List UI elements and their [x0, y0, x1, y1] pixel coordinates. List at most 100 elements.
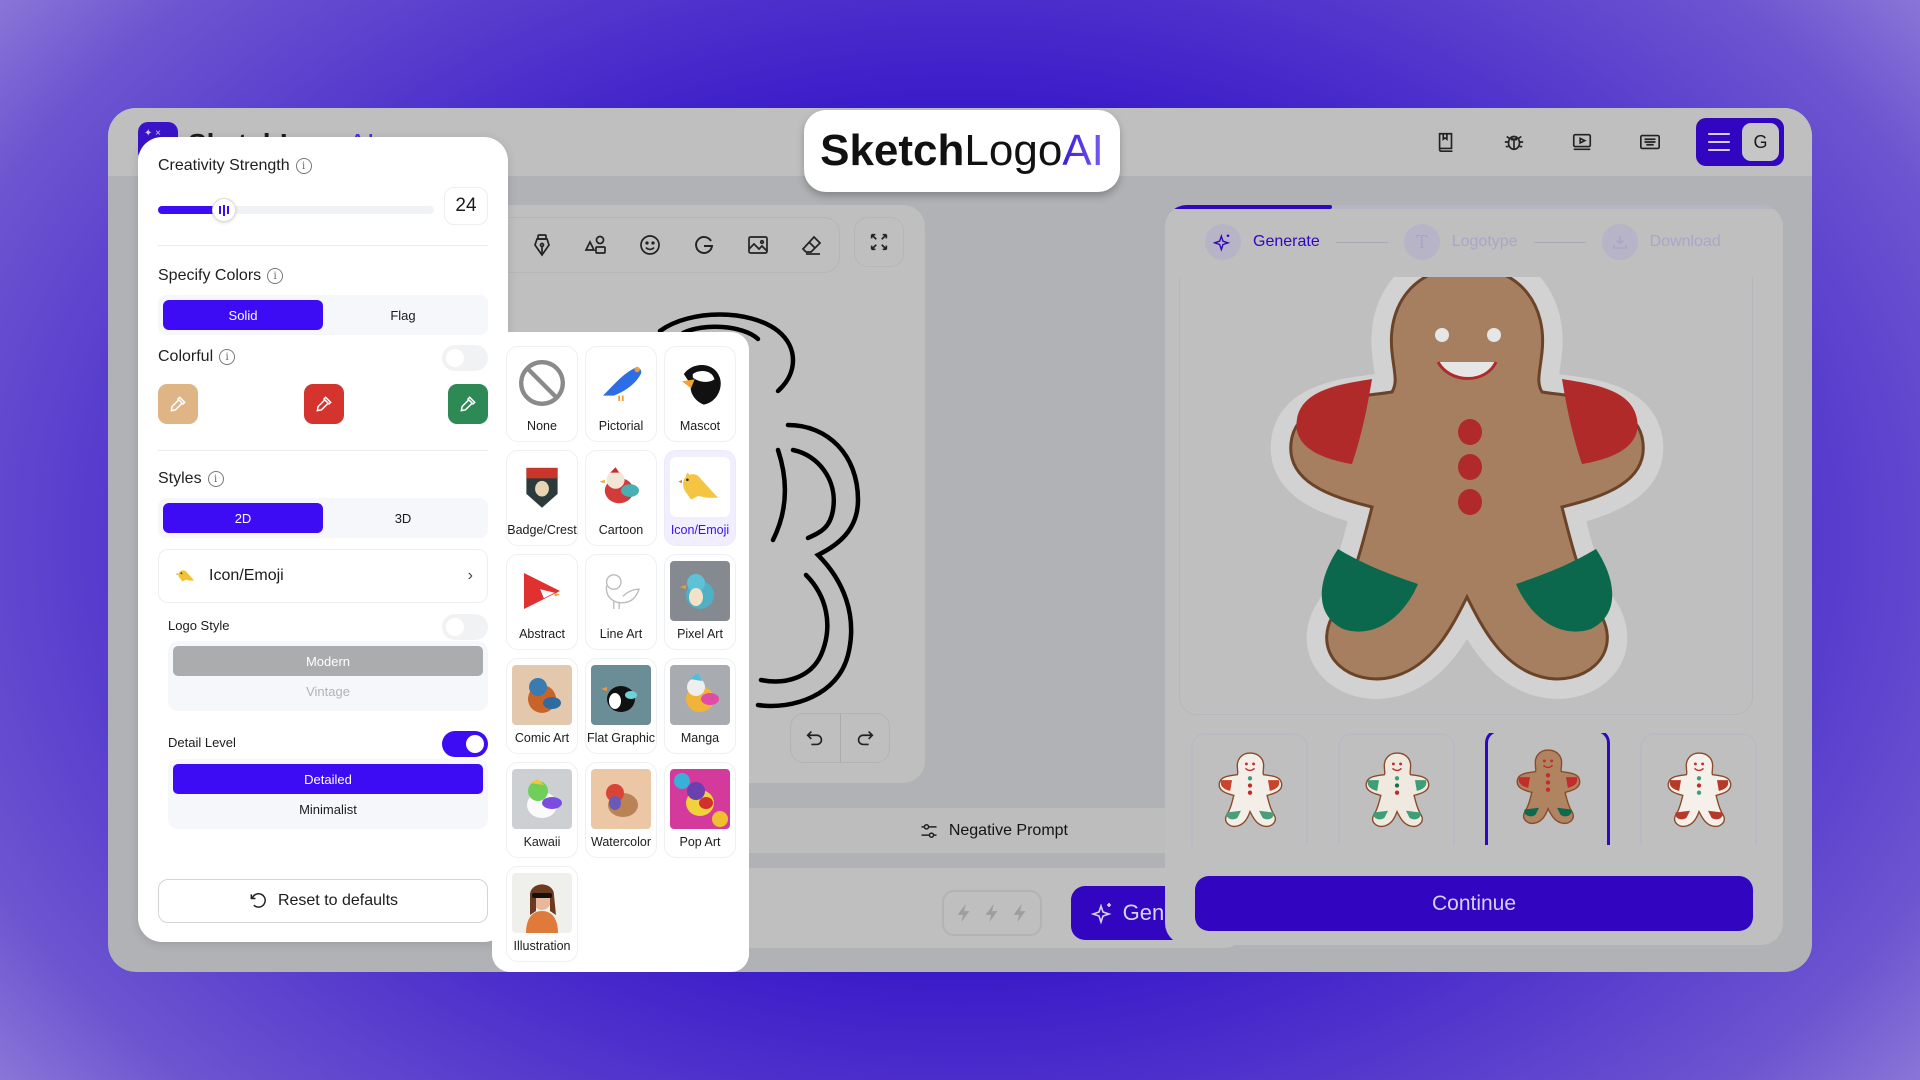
- style-option-label: Badge/Crest: [507, 523, 577, 537]
- detail-detailed[interactable]: Detailed: [173, 764, 483, 794]
- style-option-none[interactable]: None: [506, 346, 578, 442]
- style-option-comic-art[interactable]: Comic Art: [506, 658, 578, 754]
- progress-bar: [1165, 205, 1783, 209]
- color-swatch-1[interactable]: [158, 384, 198, 424]
- book-icon[interactable]: [1412, 118, 1480, 166]
- eraser-tool-icon[interactable]: [785, 225, 839, 265]
- variation-thumbnail[interactable]: [1191, 733, 1309, 845]
- style-selector[interactable]: Icon/Emoji ›: [158, 549, 488, 603]
- continue-button[interactable]: Continue: [1195, 876, 1753, 931]
- info-icon[interactable]: i: [295, 158, 312, 174]
- eyedropper-icon: [316, 396, 332, 412]
- undo-button[interactable]: [791, 714, 841, 762]
- style-option-pictorial[interactable]: Pictorial: [585, 346, 657, 442]
- style-option-pixel-art[interactable]: Pixel Art: [664, 554, 736, 650]
- style-option-kawaii[interactable]: Kawaii: [506, 762, 578, 858]
- variation-thumbnail[interactable]: [1338, 733, 1456, 845]
- style-option-illustration[interactable]: Illustration: [506, 866, 578, 962]
- bug-icon[interactable]: [1480, 118, 1548, 166]
- avatar[interactable]: G: [1742, 123, 1779, 161]
- logo-style-vintage[interactable]: Vintage: [173, 676, 483, 706]
- slider-handle[interactable]: [212, 198, 237, 222]
- text-icon: T: [1403, 224, 1440, 260]
- variation-thumbnail[interactable]: [1640, 733, 1757, 845]
- style-option-label: Flat Graphic: [586, 731, 656, 745]
- style-option-abstract[interactable]: Abstract: [506, 554, 578, 650]
- color-mode-solid[interactable]: Solid: [163, 300, 323, 330]
- pen-tool-icon[interactable]: [515, 225, 569, 265]
- divider: [158, 245, 488, 246]
- account-menu[interactable]: G: [1696, 118, 1784, 166]
- colorful-toggle[interactable]: [442, 345, 488, 371]
- detail-minimalist[interactable]: Minimalist: [173, 794, 483, 824]
- keyboard-icon[interactable]: [1616, 118, 1684, 166]
- style-option-cartoon[interactable]: Cartoon: [585, 450, 657, 546]
- bolt-icon: [957, 903, 970, 923]
- dimension-2d[interactable]: 2D: [163, 503, 323, 533]
- style-thumbnail-icon: [512, 353, 572, 413]
- color-mode-flag[interactable]: Flag: [323, 300, 483, 330]
- color-swatch-3[interactable]: [448, 384, 488, 424]
- drawing-toolbar: [488, 217, 840, 273]
- style-option-label: Cartoon: [598, 523, 644, 537]
- info-icon[interactable]: i: [267, 268, 284, 284]
- style-option-manga[interactable]: Manga: [664, 658, 736, 754]
- color-swatch-2[interactable]: [304, 384, 344, 424]
- creativity-label: Creativity Strength i: [158, 157, 312, 175]
- variation-thumbnail[interactable]: [1485, 733, 1610, 845]
- settings-panel: Creativity Strength i 24 Specify Colors i …: [138, 137, 508, 942]
- dimension-3d[interactable]: 3D: [323, 503, 483, 533]
- google-logo-tool-icon[interactable]: [677, 225, 731, 265]
- specify-colors-label: Specify Colors i: [158, 267, 284, 285]
- info-icon[interactable]: i: [207, 471, 224, 487]
- style-option-badge-crest[interactable]: Badge/Crest: [506, 450, 578, 546]
- creativity-value-input[interactable]: 24: [444, 187, 488, 225]
- style-thumbnail-icon: [512, 665, 572, 725]
- sparkle-icon: [1205, 224, 1241, 260]
- style-thumbnail-icon: [670, 457, 730, 517]
- logo-style-options: Modern Vintage: [168, 641, 488, 711]
- step-logotype[interactable]: T Logotype: [1403, 224, 1518, 260]
- bolt-icon: [985, 903, 998, 923]
- hamburger-icon[interactable]: [1701, 133, 1736, 151]
- step-connector: [1533, 241, 1586, 243]
- style-thumbnail-icon: [591, 353, 651, 413]
- creativity-slider[interactable]: [158, 198, 434, 222]
- style-option-label: Pop Art: [679, 835, 721, 849]
- step-download[interactable]: Download: [1601, 224, 1721, 260]
- style-option-label: Manga: [680, 731, 720, 745]
- style-option-flat-graphic[interactable]: Flat Graphic: [585, 658, 657, 754]
- download-icon: [1601, 224, 1638, 260]
- detail-level-label: Detail Level: [168, 735, 236, 750]
- divider: [158, 450, 488, 451]
- style-grid: None Pictorial Mascot Badge/Crest Cartoon Ico…: [506, 346, 736, 962]
- shapes-tool-icon[interactable]: [569, 225, 623, 265]
- style-option-watercolor[interactable]: Watercolor: [585, 762, 657, 858]
- canary-icon: [175, 570, 195, 582]
- image-tool-icon[interactable]: [731, 225, 785, 265]
- fullscreen-button[interactable]: [854, 217, 904, 267]
- redo-button[interactable]: [841, 714, 890, 762]
- style-option-label: Kawaii: [523, 835, 561, 849]
- detail-level-options: Detailed Minimalist: [168, 759, 488, 829]
- info-icon[interactable]: i: [219, 349, 236, 365]
- gingerbread-thumbnail-image: [1218, 752, 1282, 828]
- variation-thumbnails: [1191, 733, 1757, 845]
- logo-style-modern[interactable]: Modern: [173, 646, 483, 676]
- style-option-mascot[interactable]: Mascot: [664, 346, 736, 442]
- emoji-tool-icon[interactable]: [623, 225, 677, 265]
- style-option-line-art[interactable]: Line Art: [585, 554, 657, 650]
- style-option-label: Abstract: [519, 627, 565, 641]
- style-option-icon-emoji[interactable]: Icon/Emoji: [664, 450, 736, 546]
- gingerbread-thumbnail-image: [1365, 752, 1429, 828]
- colorful-label: Colorful i: [158, 348, 236, 366]
- detail-level-toggle[interactable]: [442, 731, 488, 757]
- sparkle-icon: [1090, 903, 1112, 925]
- logo-style-toggle[interactable]: [442, 614, 488, 640]
- gingerbread-preview-image: [1180, 277, 1754, 715]
- reset-defaults-button[interactable]: Reset to defaults: [158, 879, 488, 923]
- video-tutorial-icon[interactable]: [1548, 118, 1616, 166]
- step-generate[interactable]: Generate: [1205, 224, 1320, 260]
- style-thumbnail-icon: [512, 457, 572, 517]
- style-option-pop-art[interactable]: Pop Art: [664, 762, 736, 858]
